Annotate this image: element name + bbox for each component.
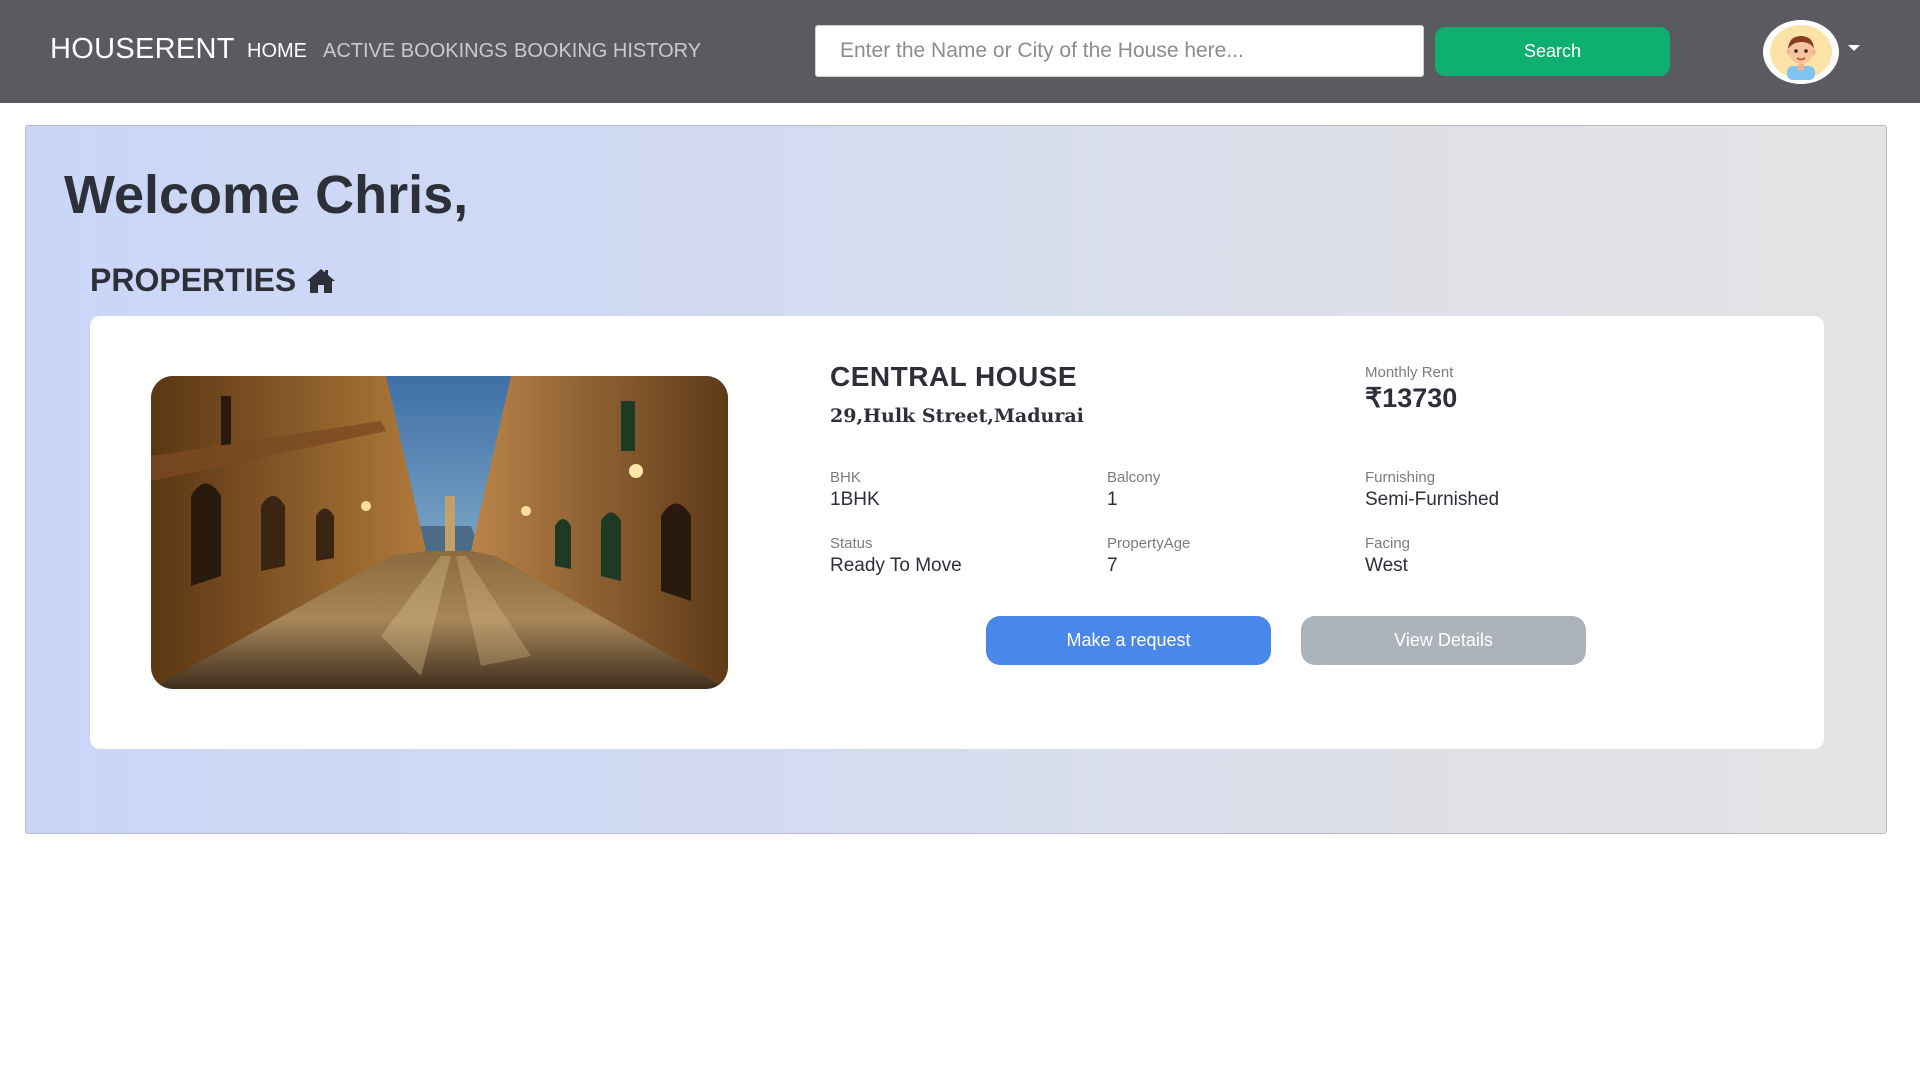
attr-label-property-age: PropertyAge — [1107, 535, 1191, 552]
attr-label-balcony: Balcony — [1107, 469, 1161, 486]
property-image[interactable] — [151, 376, 728, 689]
properties-heading: PROPERTIES — [90, 262, 336, 299]
search-button[interactable]: Search — [1435, 27, 1670, 76]
attr-label-bhk: BHK — [830, 469, 861, 486]
attr-value-bhk: 1BHK — [830, 489, 880, 510]
attr-value-furnishing: Semi-Furnished — [1365, 489, 1500, 510]
make-request-button[interactable]: Make a request — [986, 616, 1271, 665]
search-input[interactable] — [815, 25, 1424, 77]
rent-value: ₹13730 — [1365, 383, 1458, 413]
rent-label: Monthly Rent — [1365, 364, 1454, 381]
attr-value-balcony: 1 — [1107, 489, 1118, 510]
view-details-button[interactable]: View Details — [1301, 616, 1586, 665]
property-card: CENTRAL HOUSE 29,Hulk Street,Madurai Mon… — [90, 316, 1824, 749]
property-address: 29,Hulk Street,Madurai — [830, 405, 1084, 427]
nav-link-active-bookings[interactable]: ACTIVE BOOKINGS — [323, 40, 507, 63]
attr-value-property-age: 7 — [1107, 555, 1118, 576]
welcome-heading: Welcome Chris, — [64, 165, 469, 225]
properties-title: PROPERTIES — [90, 262, 297, 298]
caret-down-icon[interactable] — [1848, 45, 1860, 51]
home-icon — [306, 268, 336, 294]
user-avatar-icon[interactable] — [1763, 20, 1839, 84]
property-name: CENTRAL HOUSE — [830, 361, 1078, 392]
main-panel: Welcome Chris, PROPERTIES CENTRAL HOUSE … — [25, 125, 1887, 834]
nav-link-booking-history[interactable]: BOOKING HISTORY — [514, 40, 701, 63]
attr-label-facing: Facing — [1365, 535, 1411, 552]
brand-logo[interactable]: HOUSERENT — [50, 33, 235, 66]
attr-value-facing: West — [1365, 555, 1408, 576]
attr-label-furnishing: Furnishing — [1365, 469, 1436, 486]
attr-label-status: Status — [830, 535, 873, 552]
nav-link-home[interactable]: HOME — [247, 40, 307, 63]
top-navbar: HOUSERENT HOME ACTIVE BOOKINGS BOOKING H… — [0, 0, 1920, 103]
attr-value-status: Ready To Move — [830, 555, 962, 576]
